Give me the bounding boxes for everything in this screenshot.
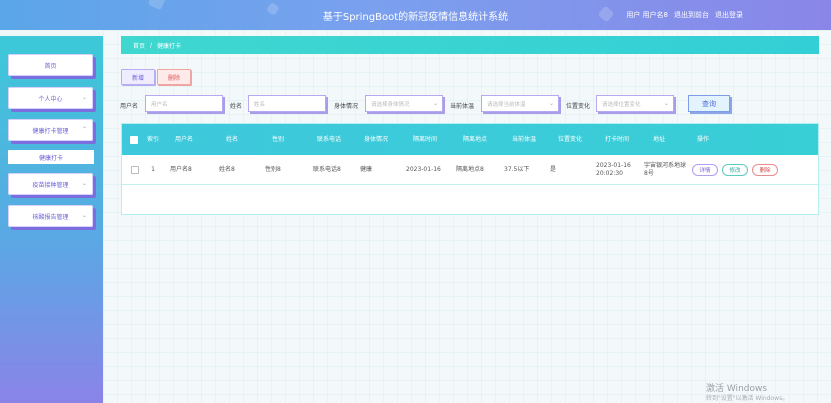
sidebar-item-label: 疫苗接种管理 (32, 181, 69, 189)
sidebar-item-vaccine-management[interactable]: 疫苗接种管理 ⌄ (8, 173, 93, 195)
temperature-filter-select[interactable]: 请选择当前体温 ⌄ (481, 95, 559, 112)
health-filter-label: 身体情况 (334, 103, 359, 110)
sidebar-item-health-checkin-management[interactable]: 健康打卡管理 ⌃ (8, 119, 93, 141)
row-checkbox[interactable] (130, 155, 140, 185)
column-header: 姓名 (225, 135, 238, 143)
location-filter-label: 位置变化 (566, 103, 591, 110)
column-header: 当前体温 (511, 135, 536, 143)
cell-phone: 联系电话8 (313, 166, 341, 173)
cell-address: 宇宙银河系地球8号 (644, 162, 687, 177)
table-row: 1 用户名8 姓名8 性别8 联系电话8 健康 2023-01-16 隔离地点8… (122, 155, 818, 185)
top-header: 基于SpringBoot的新冠疫情信息统计系统 用户 用户名8 退出到前台 退出… (0, 0, 831, 30)
column-header: 身体情况 (363, 135, 388, 143)
cell-health: 健康 (360, 166, 373, 173)
location-filter-select[interactable]: 请选择位置变化 ⌄ (596, 95, 674, 112)
search-button[interactable]: 查询 (688, 95, 730, 112)
detail-button[interactable]: 详情 (692, 164, 718, 176)
column-header: 打卡时间 (604, 135, 629, 143)
sidebar-item-label: 核酸报告管理 (32, 213, 69, 221)
sidebar-subitem-label: 健康打卡 (38, 154, 63, 162)
column-header: 索引 (146, 135, 159, 143)
cell-name: 姓名8 (219, 166, 235, 173)
logout-link[interactable]: 退出登录 (715, 10, 743, 20)
edit-button[interactable]: 修改 (722, 164, 748, 176)
delete-row-button[interactable]: 删除 (752, 164, 778, 176)
sidebar-subitem-health-checkin[interactable]: 健康打卡 (8, 150, 94, 164)
column-header: 地址 (652, 135, 665, 143)
name-filter-label: 姓名 (230, 103, 243, 110)
chevron-down-icon: ⌄ (663, 100, 669, 107)
data-table: 索引 用户名 姓名 性别 联系电话 身体情况 隔离时间 隔离地点 当前体温 位置… (121, 123, 819, 215)
location-filter-placeholder: 请选择位置变化 (602, 101, 641, 108)
batch-delete-button[interactable]: 删除 (157, 69, 191, 85)
chevron-down-icon: ⌄ (81, 94, 87, 101)
name-filter-placeholder: 姓名 (254, 101, 266, 108)
sidebar-item-label: 个人中心 (38, 95, 63, 103)
column-header: 隔离时间 (412, 135, 437, 143)
breadcrumb: 首页 / 健康打卡 (121, 36, 819, 54)
username-filter-placeholder: 用户名 (151, 101, 168, 108)
main-content: 首页 / 健康打卡 新增 删除 用户名 用户名 姓名 姓名 身体情况 请选择身体… (103, 30, 831, 403)
breadcrumb-separator: / (150, 41, 153, 49)
breadcrumb-home[interactable]: 首页 (133, 41, 145, 50)
breadcrumb-current: 健康打卡 (157, 42, 182, 50)
temperature-filter-label: 当前体温 (450, 103, 475, 110)
column-header: 位置变化 (557, 135, 582, 143)
cell-isolation-time: 2023-01-16 (406, 166, 441, 173)
table-header: 索引 用户名 姓名 性别 联系电话 身体情况 隔离时间 隔离地点 当前体温 位置… (122, 124, 818, 155)
sidebar-item-home[interactable]: 首页 (8, 54, 93, 76)
cell-username: 用户名8 (170, 166, 192, 173)
cell-checkin-time: 2023-01-16 20:02:30 (596, 162, 631, 177)
cell-temperature: 37.5以下 (504, 166, 530, 173)
sidebar-item-label: 健康打卡管理 (32, 127, 69, 135)
chevron-down-icon: ⌄ (432, 100, 438, 107)
username-filter-input[interactable]: 用户名 (145, 95, 223, 112)
current-user-label: 用户 用户名8 (626, 11, 668, 19)
temperature-filter-placeholder: 请选择当前体温 (487, 101, 526, 108)
exit-to-frontend-link[interactable]: 退出到前台 (674, 10, 709, 20)
health-filter-placeholder: 请选择身体情况 (371, 101, 410, 108)
chevron-down-icon: ⌄ (548, 100, 554, 107)
health-filter-select[interactable]: 请选择身体情况 ⌄ (365, 95, 443, 112)
sidebar-item-label: 首页 (44, 62, 57, 70)
column-header: 操作 (696, 135, 709, 143)
select-all-checkbox[interactable] (128, 124, 140, 155)
column-header: 隔离地点 (462, 135, 487, 143)
add-button[interactable]: 新增 (121, 69, 155, 85)
username-filter-label: 用户名 (120, 103, 139, 110)
column-header: 联系电话 (316, 135, 341, 143)
chevron-down-icon: ⌄ (81, 212, 87, 219)
sidebar-item-nucleic-report-management[interactable]: 核酸报告管理 ⌄ (8, 205, 93, 227)
cell-location-change: 是 (550, 166, 557, 173)
cell-isolation-place: 隔离地点8 (456, 166, 484, 173)
row-index: 1 (151, 166, 155, 173)
user-bar: 用户 用户名8 退出到前台 退出登录 (626, 10, 743, 20)
column-header: 性别 (271, 135, 284, 143)
sidebar: 首页 个人中心 ⌄ 健康打卡管理 ⌃ 健康打卡 疫苗接种管理 ⌄ 核酸报告管理 … (0, 36, 103, 403)
name-filter-input[interactable]: 姓名 (248, 95, 326, 112)
windows-activation-subtitle: 转到"设置"以激活 Windows。 (706, 395, 789, 402)
column-header: 用户名 (174, 135, 193, 143)
cell-gender: 性别8 (265, 166, 281, 173)
chevron-down-icon: ⌄ (81, 180, 87, 187)
sidebar-item-personal-center[interactable]: 个人中心 ⌄ (8, 87, 93, 109)
chevron-up-icon: ⌃ (81, 126, 87, 133)
